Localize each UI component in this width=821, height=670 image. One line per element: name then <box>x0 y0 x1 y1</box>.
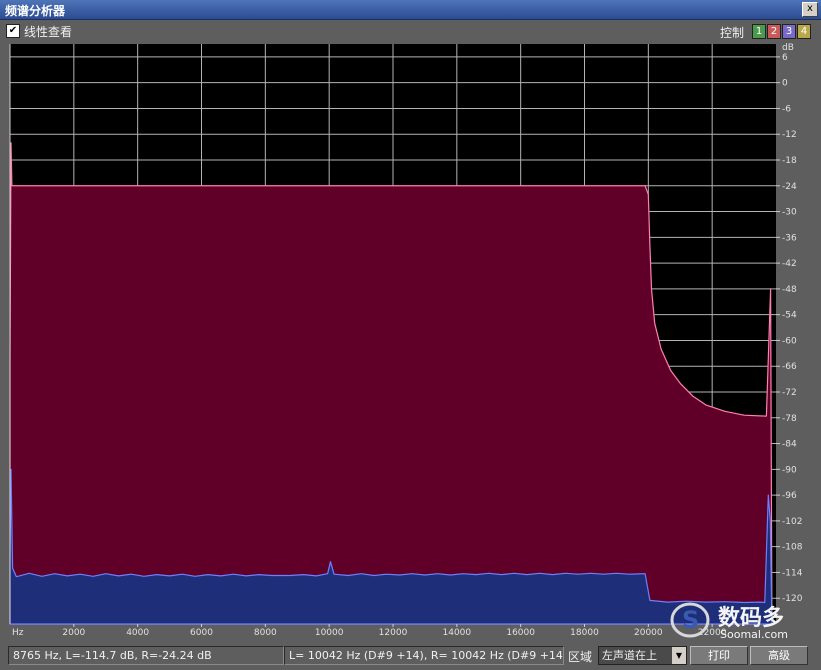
y-tick-label: 0 <box>782 79 788 89</box>
y-tick-label: -12 <box>782 130 797 140</box>
x-tick-label: 18000 <box>570 628 599 638</box>
x-tick-label: 16000 <box>506 628 535 638</box>
y-tick-label: -96 <box>782 491 797 501</box>
soomal-logo-icon: S <box>670 602 710 638</box>
y-tick-label: -90 <box>782 465 797 475</box>
y-tick-label: -6 <box>782 104 791 114</box>
channel-order-select[interactable]: 左声道在上 ▼ <box>598 646 687 665</box>
y-tick-label: -84 <box>782 440 797 450</box>
advanced-button[interactable]: 高级 <box>750 646 808 665</box>
y-tick-label: -36 <box>782 233 797 243</box>
x-axis: Hz 2000 4000 6000 8000 10000 12000 14000 16000 18… <box>12 624 727 638</box>
y-tick-label: -30 <box>782 208 797 218</box>
x-tick-label: 14000 <box>443 628 472 638</box>
x-tick-label: 10000 <box>315 628 344 638</box>
y-tick-label: -42 <box>782 259 797 269</box>
y-tick-label: -48 <box>782 285 797 295</box>
svg-text:S: S <box>682 606 699 634</box>
y-unit-label: dB <box>782 43 794 53</box>
y-tick-label: -102 <box>782 517 802 527</box>
y-tick-label: -72 <box>782 388 797 398</box>
y-tick-label: -78 <box>782 414 797 424</box>
y-tick-label: -54 <box>782 311 797 321</box>
y-tick-label: -66 <box>782 362 797 372</box>
watermark-domain: Soomal.com <box>720 628 788 641</box>
x-tick-label: 6000 <box>190 628 213 638</box>
channel-order-value: 左声道在上 <box>602 649 657 662</box>
y-tick-label: 6 <box>782 53 788 63</box>
x-tick-label: 2000 <box>62 628 85 638</box>
y-axis: dB6 0 -6 -12 -18 -24 -30 -36 -42 -48 -54 -60 -66 -72 -… <box>776 43 803 604</box>
y-tick-label: -24 <box>782 182 797 192</box>
x-tick-label: 12000 <box>379 628 408 638</box>
y-tick-label: -18 <box>782 156 797 166</box>
cursor-readout: 8765 Hz, L=-114.7 dB, R=-24.24 dB <box>8 646 284 665</box>
print-button[interactable]: 打印 <box>690 646 748 665</box>
status-bar: 8765 Hz, L=-114.7 dB, R=-24.24 dB L= 100… <box>0 644 821 670</box>
y-tick-label: -60 <box>782 336 797 346</box>
spectrum-chart[interactable]: dB6 0 -6 -12 -18 -24 -30 -36 -42 -48 -54 -60 -66 -72 -… <box>0 0 821 644</box>
region-label: 区域 <box>568 650 593 664</box>
y-tick-label: -108 <box>782 543 803 553</box>
peak-readout: L= 10042 Hz (D#9 +14), R= 10042 Hz (D#9 … <box>284 646 564 665</box>
y-tick-label: -114 <box>782 568 803 578</box>
watermark: S 数码多 Soomal.com <box>668 598 808 644</box>
x-tick-label: 20000 <box>634 628 663 638</box>
x-tick-label: 8000 <box>254 628 277 638</box>
chevron-down-icon[interactable]: ▼ <box>672 647 686 664</box>
x-unit-label: Hz <box>12 628 24 638</box>
x-tick-label: 4000 <box>126 628 149 638</box>
